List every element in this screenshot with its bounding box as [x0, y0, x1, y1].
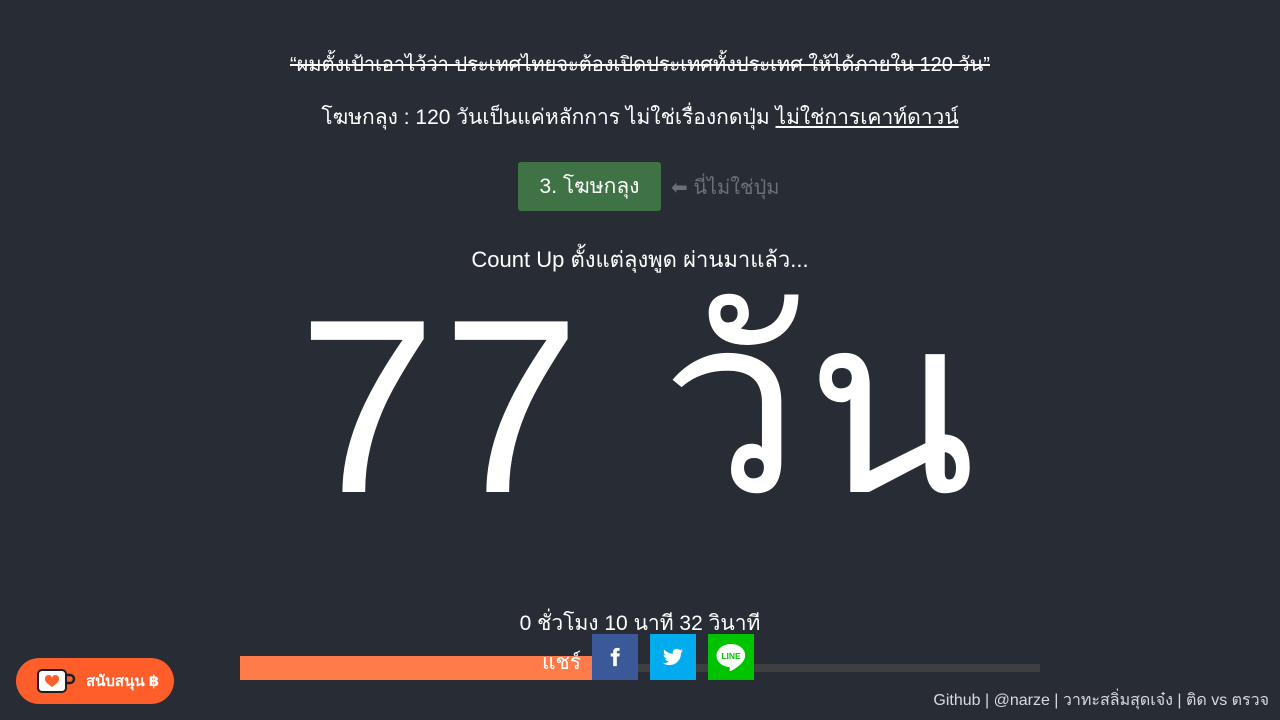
support-label: สนับสนุน ฿ [86, 673, 160, 690]
spokesperson-statement: โฆษกลุง : 120 วันเป็นแค่หลักการ ไม่ใช่เร… [0, 101, 1280, 134]
share-label: แชร์ [542, 650, 582, 674]
statement-text: โฆษกลุง : 120 วันเป็นแค่หลักการ ไม่ใช่เร… [321, 106, 770, 129]
infected-vs-tested-link[interactable]: ติด vs ตรวจ [1186, 692, 1269, 709]
quotes-link[interactable]: วาทะสลิ่มสุดเจ๋ง [1063, 692, 1173, 709]
line-share-button[interactable]: LINE [708, 634, 755, 680]
support-button[interactable]: สนับสนุน ฿ [16, 658, 174, 704]
line-icon: LINE [716, 644, 746, 672]
footer-separator: | [1172, 692, 1186, 709]
narze-link[interactable]: @narze [994, 692, 1050, 709]
footer-separator: | [980, 692, 994, 709]
share-bar: แชร์ LINE [542, 634, 766, 680]
twitter-icon [663, 648, 684, 666]
svg-text:LINE: LINE [721, 651, 741, 661]
day-counter: 77 วัน [298, 267, 982, 545]
footer-separator: | [1049, 692, 1063, 709]
page: “ผมตั้งเป้าเอาไว้ว่า ประเทศไทยจะต้องเปิด… [0, 0, 1280, 720]
speaker-button-row: 3. โฆษกลุง ⬅ นี่ไม่ใช่ปุ่ม [518, 162, 779, 211]
footer-links: Github | @narze | วาทะสลิ่มสุดเจ๋ง | ติด… [933, 688, 1269, 713]
coffee-cup-heart-icon [36, 667, 76, 695]
twitter-share-button[interactable] [650, 634, 697, 680]
facebook-icon [610, 647, 620, 667]
not-a-countdown-link[interactable]: ไม่ใช่การเคาท์ดาวน์ [776, 106, 959, 129]
facebook-share-button[interactable] [592, 634, 639, 680]
github-link[interactable]: Github [933, 692, 980, 709]
speaker-button[interactable]: 3. โฆษกลุง [518, 162, 661, 211]
not-button-note: ⬅ นี่ไม่ใช่ปุ่ม [671, 176, 780, 199]
promise-quote: “ผมตั้งเป้าเอาไว้ว่า ประเทศไทยจะต้องเปิด… [290, 54, 990, 76]
